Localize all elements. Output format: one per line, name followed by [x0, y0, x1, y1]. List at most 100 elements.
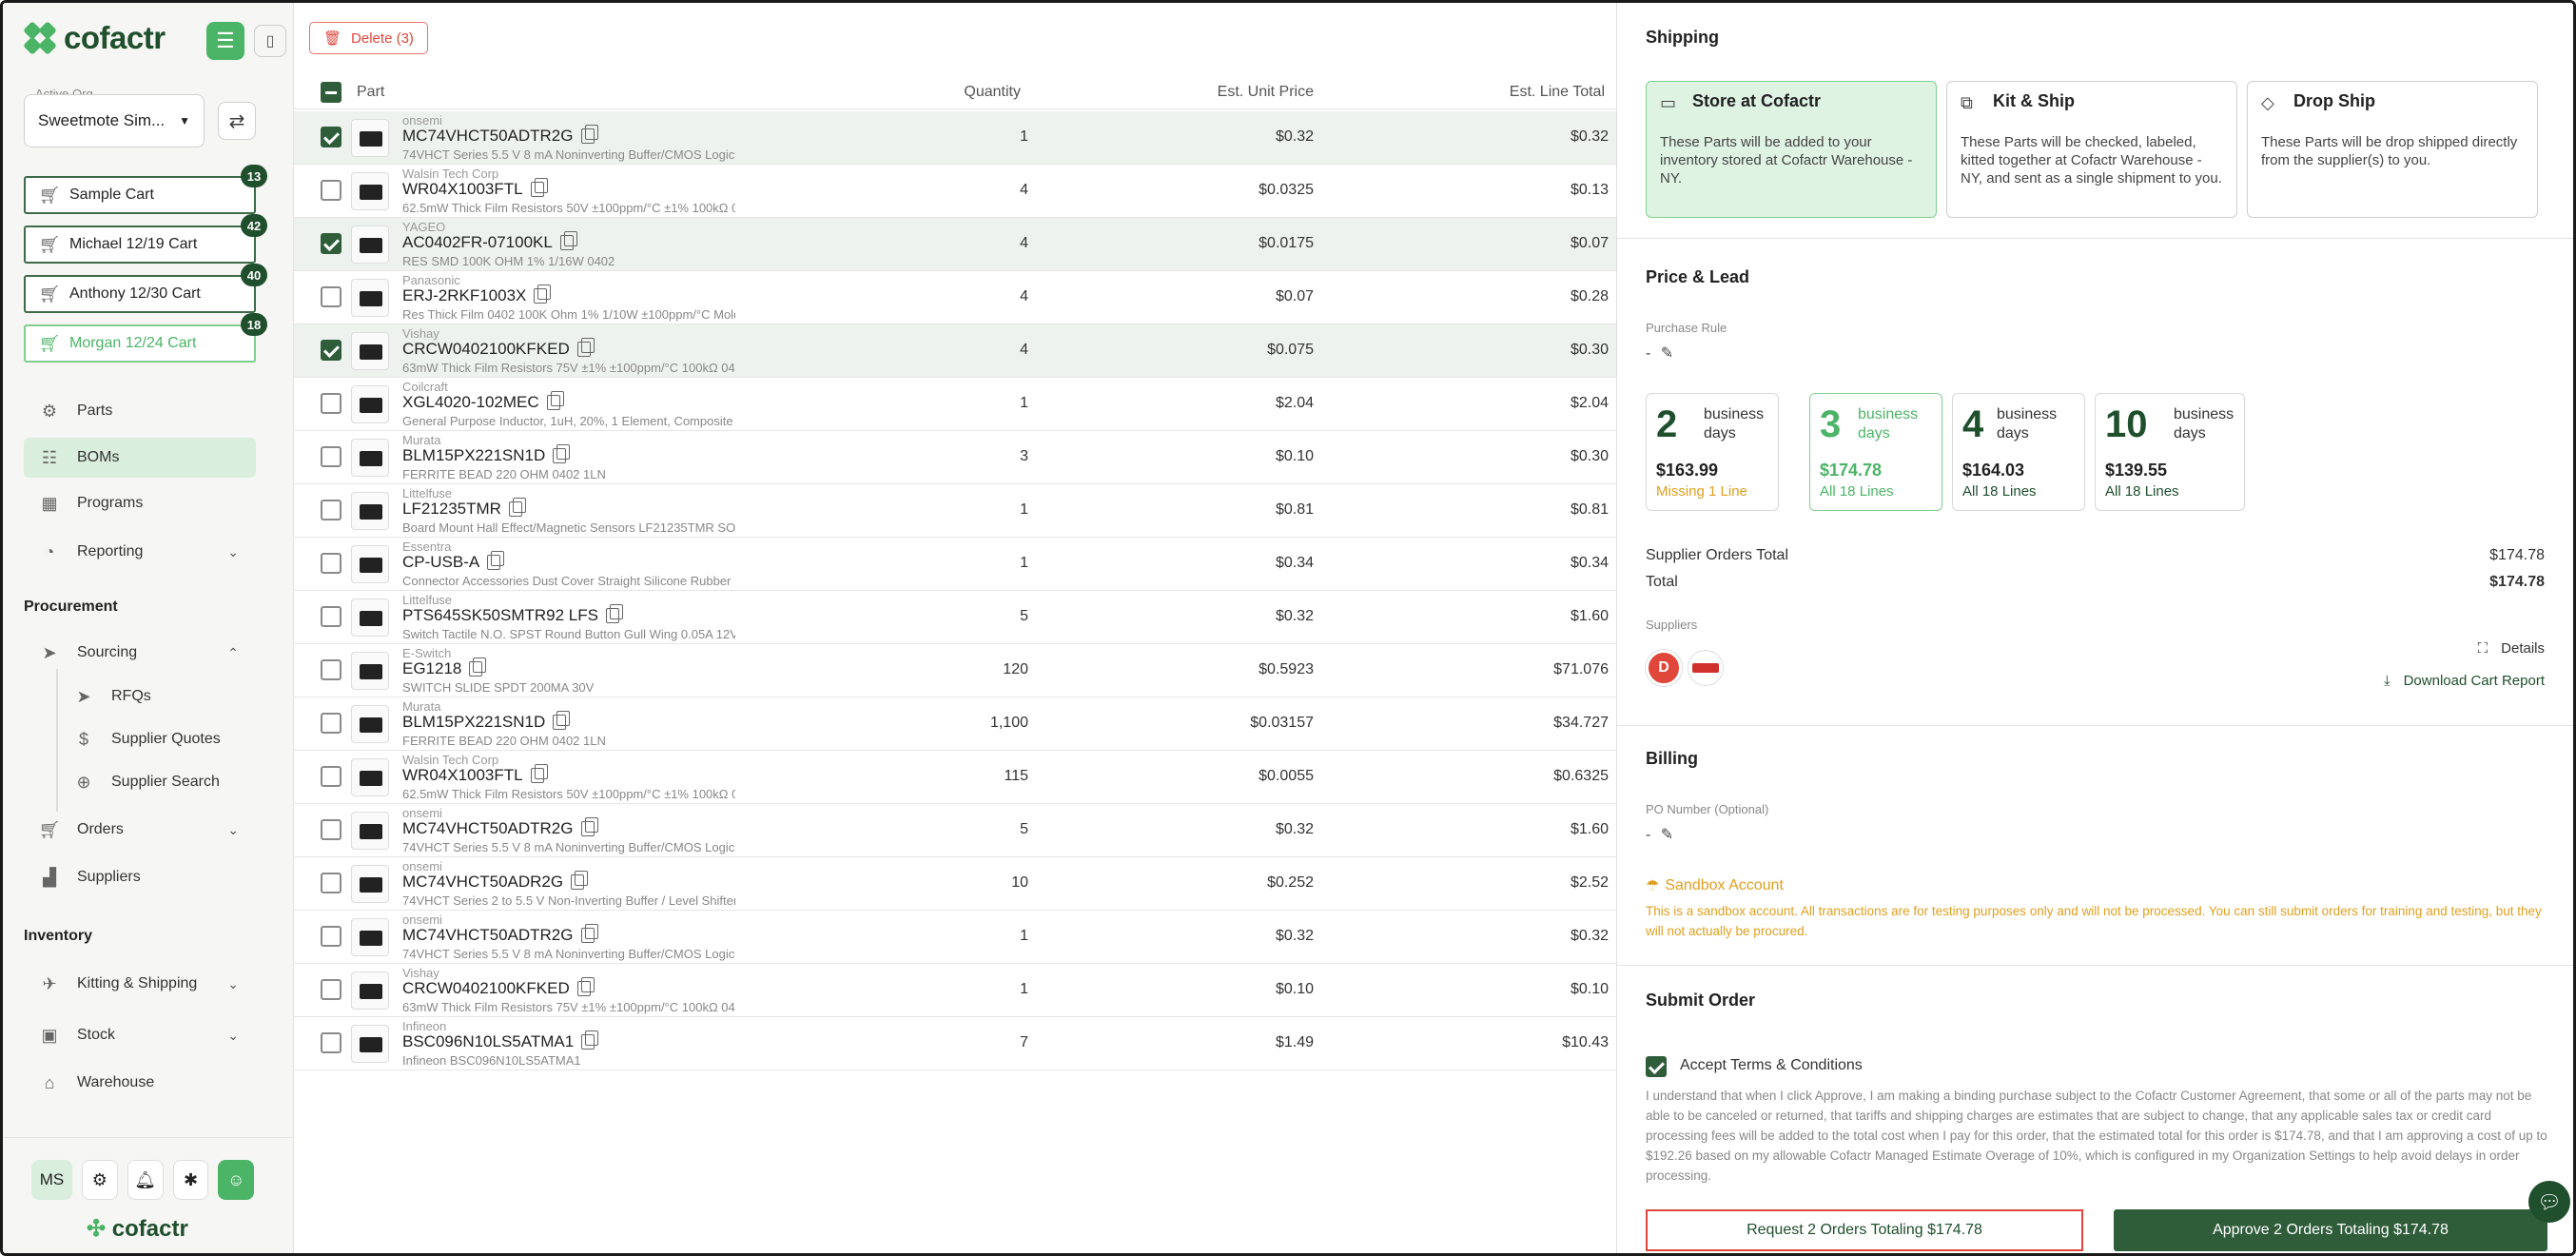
- row-checkbox[interactable]: [321, 713, 342, 734]
- table-row[interactable]: onsemi MC74VHCT50ADR2G 74VHCT Series 2 to …: [294, 857, 1616, 911]
- nav-boms[interactable]: ☷ BOMs: [24, 438, 256, 478]
- table-row[interactable]: Infineon BSC096N10LS5ATMA1 Infineon BSC096…: [294, 1017, 1616, 1070]
- row-checkbox[interactable]: [321, 393, 342, 414]
- table-row[interactable]: Littelfuse LF21235TMR Board Mount Hall Eff…: [294, 484, 1616, 538]
- copy-icon[interactable]: [487, 551, 505, 570]
- nav-programs[interactable]: ▦ Programs: [24, 483, 256, 523]
- copy-icon[interactable]: [576, 338, 595, 357]
- table-row[interactable]: Vishay CRCW0402100KFKED 63mW Thick Film Re…: [294, 324, 1616, 378]
- part-number[interactable]: MC74VHCT50ADTR2G: [402, 926, 574, 945]
- table-row[interactable]: E-Switch EG1218 SWITCH SLIDE SPDT 200MA 30…: [294, 644, 1616, 697]
- part-number[interactable]: XGL4020-102MEC: [402, 393, 539, 412]
- lead-option-3[interactable]: 3 business days $174.78 All 18 Lines: [1809, 393, 1942, 511]
- purchase-rule-value[interactable]: - ✎: [1646, 343, 1673, 363]
- table-row[interactable]: Panasonic ERJ-2RKF1003X Res Thick Film 040…: [294, 271, 1616, 324]
- nav-supplier-quotes[interactable]: $ Supplier Quotes: [73, 729, 221, 750]
- approve-orders-button[interactable]: Approve 2 Orders Totaling $174.78: [2114, 1209, 2547, 1251]
- copy-icon[interactable]: [508, 498, 526, 517]
- ship-option-kit[interactable]: ⧉ Kit & Ship These Parts will be checked…: [1946, 81, 2237, 218]
- cart-michael[interactable]: 🛒︎ Michael 12/19 Cart 42: [24, 214, 267, 264]
- row-checkbox[interactable]: [321, 659, 342, 680]
- logo[interactable]: cofactr: [23, 20, 166, 56]
- table-row[interactable]: Coilcraft XGL4020-102MEC General Purpose I…: [294, 378, 1616, 431]
- table-row[interactable]: Walsin Tech Corp WR04X1003FTL 62.5mW Thick…: [294, 751, 1616, 804]
- row-checkbox[interactable]: [321, 340, 342, 361]
- part-number[interactable]: EG1218: [402, 659, 461, 678]
- copy-icon[interactable]: [553, 711, 571, 730]
- part-number[interactable]: CP-USB-A: [402, 553, 479, 572]
- user-switch-icon[interactable]: ☺: [218, 1160, 254, 1200]
- list-view-icon[interactable]: ☰: [206, 22, 244, 60]
- copy-icon[interactable]: [530, 764, 548, 783]
- row-checkbox[interactable]: [321, 233, 342, 254]
- row-checkbox[interactable]: [321, 553, 342, 574]
- cart-anthony[interactable]: 🛒︎ Anthony 12/30 Cart 40: [24, 264, 267, 313]
- table-row[interactable]: Murata BLM15PX221SN1D FERRITE BEAD 220 OHM…: [294, 431, 1616, 484]
- part-number[interactable]: CRCW0402100KFKED: [402, 340, 570, 359]
- part-number[interactable]: MC74VHCT50ADTR2G: [402, 819, 574, 838]
- download-cart-report-link[interactable]: ⤓ Download Cart Report: [2384, 673, 2545, 689]
- shuffle-icon[interactable]: ⇄: [218, 102, 256, 140]
- row-checkbox[interactable]: [321, 819, 342, 840]
- part-number[interactable]: AC0402FR-07100KL: [402, 233, 553, 252]
- table-row[interactable]: onsemi MC74VHCT50ADTR2G 74VHCT Series 5.5 …: [294, 804, 1616, 857]
- cart-morgan[interactable]: 🛒︎ Morgan 12/24 Cart 18: [24, 313, 267, 363]
- bug-icon[interactable]: ✱: [172, 1160, 209, 1200]
- row-checkbox[interactable]: [321, 286, 342, 307]
- table-row[interactable]: onsemi MC74VHCT50ADTR2G 74VHCT Series 5.5 …: [294, 111, 1616, 165]
- nav-reporting[interactable]: ◔ Reporting ⌄: [24, 532, 256, 572]
- row-checkbox[interactable]: [321, 500, 342, 520]
- part-number[interactable]: BLM15PX221SN1D: [402, 446, 545, 465]
- copy-icon[interactable]: [469, 657, 487, 677]
- bell-icon[interactable]: 🔔︎: [127, 1160, 164, 1200]
- ship-option-drop[interactable]: ◇ Drop Ship These Parts will be drop shi…: [2247, 81, 2538, 218]
- row-checkbox[interactable]: [321, 127, 342, 147]
- nav-rfqs[interactable]: ➤ RFQs: [73, 686, 150, 707]
- copy-icon[interactable]: [581, 1030, 599, 1050]
- cart-sample[interactable]: 🛒︎ Sample Cart 13: [24, 165, 267, 214]
- org-select[interactable]: Sweetmote Sim... ▼: [24, 94, 205, 147]
- table-row[interactable]: onsemi MC74VHCT50ADTR2G 74VHCT Series 5.5 …: [294, 911, 1616, 964]
- part-number[interactable]: MC74VHCT50ADR2G: [402, 873, 563, 892]
- copy-icon[interactable]: [530, 178, 548, 197]
- nav-supplier-search[interactable]: ⊕ Supplier Search: [73, 772, 219, 793]
- select-all-checkbox[interactable]: [321, 82, 342, 103]
- table-row[interactable]: Murata BLM15PX221SN1D FERRITE BEAD 220 OHM…: [294, 697, 1616, 751]
- delete-button[interactable]: 🗑︎ Delete (3): [309, 22, 428, 54]
- row-checkbox[interactable]: [321, 606, 342, 627]
- table-row[interactable]: Littelfuse PTS645SK50SMTR92 LFS Switch Tac…: [294, 591, 1616, 644]
- nav-warehouse[interactable]: ⌂ Warehouse: [24, 1063, 256, 1103]
- part-number[interactable]: ERJ-2RKF1003X: [402, 286, 526, 305]
- nav-parts[interactable]: ⚙ Parts: [24, 391, 256, 431]
- table-row[interactable]: Essentra CP-USB-A Connector Accessories Du…: [294, 538, 1616, 591]
- part-number[interactable]: PTS645SK50SMTR92 LFS: [402, 606, 598, 625]
- part-number[interactable]: WR04X1003FTL: [402, 766, 523, 785]
- part-number[interactable]: MC74VHCT50ADTR2G: [402, 127, 574, 146]
- row-checkbox[interactable]: [321, 979, 342, 1000]
- nav-orders[interactable]: 🛒︎ Orders ⌄: [24, 810, 256, 850]
- ship-option-store[interactable]: ▭ Store at Cofactr These Parts will be a…: [1646, 81, 1937, 218]
- request-orders-button[interactable]: Request 2 Orders Totaling $174.78: [1646, 1209, 2083, 1251]
- row-checkbox[interactable]: [321, 926, 342, 947]
- table-row[interactable]: Walsin Tech Corp WR04X1003FTL 62.5mW Thick…: [294, 165, 1616, 218]
- part-number[interactable]: CRCW0402100KFKED: [402, 979, 570, 998]
- row-checkbox[interactable]: [321, 873, 342, 893]
- nav-sourcing[interactable]: ➤ Sourcing ⌃: [24, 633, 256, 673]
- accept-terms-checkbox[interactable]: [1646, 1056, 1667, 1077]
- row-checkbox[interactable]: [321, 1032, 342, 1053]
- part-number[interactable]: BSC096N10LS5ATMA1: [402, 1032, 574, 1051]
- lead-option-4[interactable]: 4 business days $164.03 All 18 Lines: [1952, 393, 2085, 511]
- lead-option-2[interactable]: 2 business days $163.99 Missing 1 Line: [1646, 393, 1779, 511]
- row-checkbox[interactable]: [321, 446, 342, 467]
- po-value[interactable]: - ✎: [1646, 825, 1673, 844]
- copy-icon[interactable]: [546, 391, 564, 410]
- copy-icon[interactable]: [559, 231, 577, 250]
- chat-icon[interactable]: 💬︎: [2528, 1181, 2570, 1223]
- copy-icon[interactable]: [576, 977, 595, 996]
- copy-icon[interactable]: [580, 924, 598, 943]
- nav-stock[interactable]: ▣ Stock ⌄: [24, 1015, 256, 1055]
- copy-icon[interactable]: [534, 285, 552, 304]
- part-number[interactable]: LF21235TMR: [402, 500, 501, 519]
- collapse-sidebar-icon[interactable]: ▯: [254, 25, 286, 57]
- settings-gear-icon[interactable]: ⚙: [81, 1160, 118, 1200]
